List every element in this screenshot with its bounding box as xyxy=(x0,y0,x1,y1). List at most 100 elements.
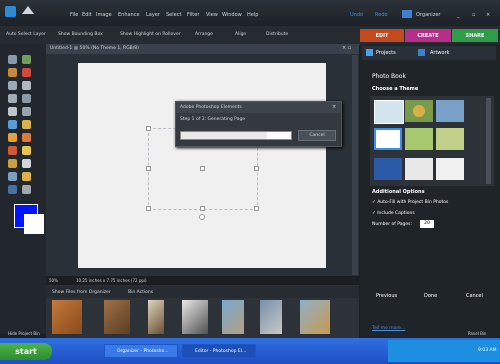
menu-window[interactable]: Window xyxy=(222,12,242,18)
tab-share[interactable]: SHARE xyxy=(452,29,498,42)
dialog-close-icon[interactable]: × xyxy=(332,104,336,110)
menu-image[interactable]: Image xyxy=(96,12,112,18)
start-button[interactable]: start xyxy=(0,343,52,360)
menu-help[interactable]: Help xyxy=(247,12,258,18)
selection-brush-tool-icon[interactable] xyxy=(22,94,31,103)
crop-tool-icon[interactable] xyxy=(22,107,31,116)
cancel-button[interactable]: Cancel xyxy=(466,293,483,299)
resize-handle[interactable] xyxy=(146,126,151,131)
tab-edit[interactable]: EDIT xyxy=(360,29,404,42)
theme-thumbnail[interactable] xyxy=(436,100,464,122)
type-tool-icon[interactable] xyxy=(8,107,17,116)
show-highlight-checkbox[interactable]: Show Highlight on Rollover xyxy=(120,32,181,37)
bin-thumbnail[interactable] xyxy=(182,300,208,334)
menu-layer[interactable]: Layer xyxy=(146,12,160,18)
close-icon[interactable]: × xyxy=(486,12,490,18)
pencil-tool-icon[interactable] xyxy=(22,146,31,155)
menu-edit[interactable]: Edit xyxy=(82,12,92,18)
theme-thumbnail[interactable] xyxy=(436,128,464,150)
resize-handle[interactable] xyxy=(254,206,259,211)
sponge-tool-icon[interactable] xyxy=(8,185,17,194)
pages-input[interactable]: 20 xyxy=(420,220,434,228)
document-tab[interactable]: Untitled-1 @ 50% (No Theme 1, RGB/8) × ▫ xyxy=(46,44,359,54)
bin-thumbnail[interactable] xyxy=(222,300,244,334)
resize-handle[interactable] xyxy=(200,166,205,171)
theme-thumbnail[interactable] xyxy=(405,158,433,180)
tab-projects[interactable]: Projects xyxy=(376,47,396,59)
red-eye-tool-icon[interactable] xyxy=(8,120,17,129)
home-icon[interactable] xyxy=(22,6,34,14)
autofill-checkbox[interactable]: ✓ Auto-Fill with Project Bin Photos xyxy=(372,200,448,205)
zoom-tool-icon[interactable] xyxy=(22,55,31,64)
magic-wand-tool-icon[interactable] xyxy=(8,94,17,103)
panel-bin-toggle[interactable]: Panel Bin xyxy=(468,331,486,336)
theme-thumbnail[interactable] xyxy=(405,100,433,122)
bin-thumbnail[interactable] xyxy=(104,300,130,334)
theme-thumbnail[interactable] xyxy=(374,100,404,124)
vertical-scrollbar[interactable] xyxy=(352,55,358,275)
menu-select[interactable]: Select xyxy=(166,12,181,18)
background-color-swatch[interactable] xyxy=(24,214,44,234)
additional-options-label: Additional Options xyxy=(372,189,425,195)
organizer-icon[interactable] xyxy=(402,10,412,18)
theme-scrollbar[interactable] xyxy=(486,98,491,184)
bin-thumbnail[interactable] xyxy=(300,300,330,334)
show-files-dropdown[interactable]: Show Files from Organizer xyxy=(52,290,111,295)
theme-thumbnail[interactable] xyxy=(374,158,402,180)
include-captions-checkbox[interactable]: ✓ Include Captions xyxy=(372,211,415,216)
minimize-icon[interactable]: _ xyxy=(457,12,460,18)
previous-button[interactable]: Previous xyxy=(376,293,397,299)
menu-file[interactable]: File xyxy=(70,12,78,18)
clock[interactable]: 9:03 AM xyxy=(478,348,497,353)
maximize-icon[interactable]: ▫ xyxy=(472,12,475,18)
arrange-button[interactable]: Arrange xyxy=(195,32,213,37)
tell-me-more-link[interactable]: Tell me more... xyxy=(372,326,405,331)
bin-thumbnail[interactable] xyxy=(52,300,82,334)
paint-bucket-tool-icon[interactable] xyxy=(8,159,17,168)
resize-handle[interactable] xyxy=(254,166,259,171)
theme-thumbnail[interactable] xyxy=(436,158,464,180)
theme-thumbnail-selected[interactable] xyxy=(374,128,402,150)
taskbar-item-organizer[interactable]: Organizer - Photosho... xyxy=(104,344,178,358)
taskbar-item-editor[interactable]: Editor - Photoshop El... xyxy=(182,344,256,358)
menu-filter[interactable]: Filter xyxy=(187,12,199,18)
gradient-tool-icon[interactable] xyxy=(22,159,31,168)
organizer-button[interactable]: Organizer xyxy=(416,12,440,18)
dialog-titlebar[interactable]: Adobe Photoshop Elements × xyxy=(176,102,341,113)
zoom-level[interactable]: 50% xyxy=(49,278,58,283)
marquee-tool-icon[interactable] xyxy=(8,81,17,90)
rotate-handle[interactable] xyxy=(199,214,205,220)
cookie-cutter-tool-icon[interactable] xyxy=(22,185,31,194)
tab-artwork[interactable]: Artwork xyxy=(430,47,450,59)
resize-handle[interactable] xyxy=(200,206,205,211)
document-close-icon[interactable]: × ▫ xyxy=(342,45,351,51)
resize-handle[interactable] xyxy=(146,166,151,171)
resize-handle[interactable] xyxy=(146,206,151,211)
move-tool-icon[interactable] xyxy=(8,55,17,64)
auto-select-layer-checkbox[interactable]: Auto Select Layer xyxy=(6,32,46,37)
theme-thumbnail[interactable] xyxy=(405,128,433,150)
show-bounding-box-checkbox[interactable]: Show Bounding Box xyxy=(58,32,103,37)
menu-enhance[interactable]: Enhance xyxy=(118,12,140,18)
blur-tool-icon[interactable] xyxy=(22,172,31,181)
clone-stamp-tool-icon[interactable] xyxy=(8,133,17,142)
eyedropper-tool-icon[interactable] xyxy=(22,68,31,77)
brush-tool-icon[interactable] xyxy=(8,146,17,155)
healing-brush-tool-icon[interactable] xyxy=(22,120,31,129)
lasso-tool-icon[interactable] xyxy=(22,81,31,90)
hand-tool-icon[interactable] xyxy=(8,68,17,77)
menu-view[interactable]: View xyxy=(206,12,218,18)
distribute-button[interactable]: Distribute xyxy=(266,32,288,37)
eraser-tool-icon[interactable] xyxy=(22,133,31,142)
done-button[interactable]: Done xyxy=(424,293,437,299)
shape-tool-icon[interactable] xyxy=(8,172,17,181)
hide-project-bin-toggle[interactable]: Hide Project Bin xyxy=(8,331,40,336)
dialog-cancel-button[interactable]: Cancel xyxy=(298,130,336,141)
bin-thumbnail[interactable] xyxy=(148,300,164,334)
redo-button[interactable]: Redo xyxy=(375,12,388,18)
bin-actions-menu[interactable]: Bin Actions xyxy=(128,290,153,295)
undo-button[interactable]: Undo xyxy=(350,12,363,18)
tab-create[interactable]: CREATE xyxy=(405,29,451,42)
bin-thumbnail[interactable] xyxy=(260,300,282,334)
align-button[interactable]: Align xyxy=(235,32,246,37)
